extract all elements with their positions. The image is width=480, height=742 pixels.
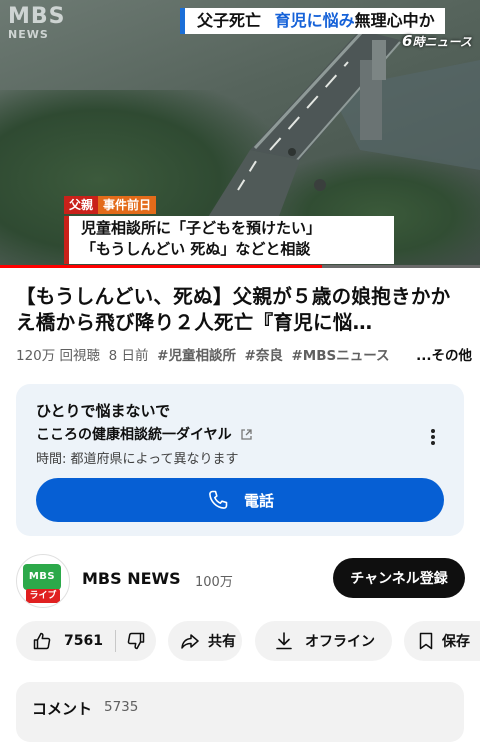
video-progress-fill <box>0 265 322 268</box>
caption-tag-father: 父親 <box>64 196 99 214</box>
subscribe-button[interactable]: チャンネル登録 <box>333 558 465 598</box>
like-divider <box>114 630 116 652</box>
call-label: 電話 <box>243 491 274 510</box>
video-title[interactable]: 【もうしんどい、死ぬ】父親が５歳の娘抱きかかえ橋から飛び降り２人死亡『育児に悩… <box>16 284 468 336</box>
more-vert-icon[interactable] <box>426 428 440 446</box>
mbs-watermark: MBS NEWS <box>8 4 66 42</box>
thumbs-up-icon[interactable] <box>32 631 52 651</box>
video-progress-bar[interactable] <box>0 265 480 268</box>
news-headline-banner: 父子死亡 育児に悩み無理心中か <box>180 8 445 34</box>
external-link-icon <box>240 428 252 440</box>
caption-box: 児童相談所に「子どもを預けたい」 「もうしんどい 死ぬ」などと相談 <box>64 216 394 264</box>
helpline-heading: ひとりで悩まないで <box>36 402 171 420</box>
helpline-hours: 時間: 都道府県によって異なります <box>36 452 239 467</box>
download-label: オフライン <box>305 634 375 650</box>
like-count: 7561 <box>64 633 103 649</box>
caption-tag-day-before: 事件前日 <box>98 196 157 214</box>
download-button[interactable]: オフライン <box>255 621 392 661</box>
subscriber-count: 100万 <box>195 575 233 590</box>
more-link[interactable]: ...その他 <box>412 344 472 364</box>
comments-label: コメント <box>32 700 93 718</box>
share-button[interactable]: 共有 <box>168 621 242 661</box>
headline-part-3: 無理心中か <box>354 11 435 30</box>
headline-part-1: 父子死亡 <box>197 11 262 30</box>
call-button[interactable]: 電話 <box>36 478 444 522</box>
program-number: 6 <box>402 32 413 50</box>
hashtag-3[interactable]: #MBSニュース <box>291 348 389 364</box>
save-label: 保存 <box>442 634 470 650</box>
helpline-name[interactable]: こころの健康相談統一ダイヤル <box>36 424 253 444</box>
download-icon <box>276 632 292 650</box>
watermark-main: MBS <box>8 4 66 29</box>
helpline-name-text: こころの健康相談統一ダイヤル <box>36 427 232 443</box>
program-logo: 6時ニュース <box>402 32 472 50</box>
caption-line-1: 児童相談所に「子どもを預けたい」 <box>81 219 322 237</box>
avatar-logo: MBS <box>23 564 61 590</box>
share-label: 共有 <box>208 634 236 650</box>
bookmark-icon <box>419 632 433 650</box>
headline-part-2: 育児に悩み <box>274 11 355 30</box>
hashtag-1[interactable]: #児童相談所 <box>157 348 236 364</box>
channel-avatar[interactable]: MBS ライブ <box>16 554 70 608</box>
caption-tags: 父親 事件前日 <box>64 196 157 214</box>
comments-section[interactable]: コメント 5735 <box>16 682 464 742</box>
avatar-live-badge: ライブ <box>26 589 60 603</box>
program-label: 時ニュース <box>412 35 472 49</box>
share-icon <box>181 634 199 649</box>
helpline-card: ひとりで悩まないで こころの健康相談統一ダイヤル 時間: 都道府県によって異なり… <box>16 384 464 536</box>
upload-age: 8 日前 <box>108 348 149 364</box>
caption-line-2: 「もうしんどい 死ぬ」などと相談 <box>81 240 311 258</box>
video-player[interactable]: MBS NEWS 父子死亡 育児に悩み無理心中か 6時ニュース 父親 事件前日 … <box>0 0 480 268</box>
like-dislike-pill: 7561 <box>16 621 156 661</box>
video-meta[interactable]: 120万 回視聴 8 日前 #児童相談所 #奈良 #MBSニュース ...その他 <box>16 344 472 364</box>
channel-name[interactable]: MBS NEWS <box>82 569 181 588</box>
hashtag-2[interactable]: #奈良 <box>245 348 283 364</box>
thumbs-down-icon[interactable] <box>126 631 146 651</box>
view-count: 120万 回視聴 <box>16 348 101 364</box>
comments-count: 5735 <box>104 699 139 715</box>
phone-icon <box>209 490 228 509</box>
save-button[interactable]: 保存 <box>404 621 480 661</box>
watermark-sub: NEWS <box>8 28 49 41</box>
